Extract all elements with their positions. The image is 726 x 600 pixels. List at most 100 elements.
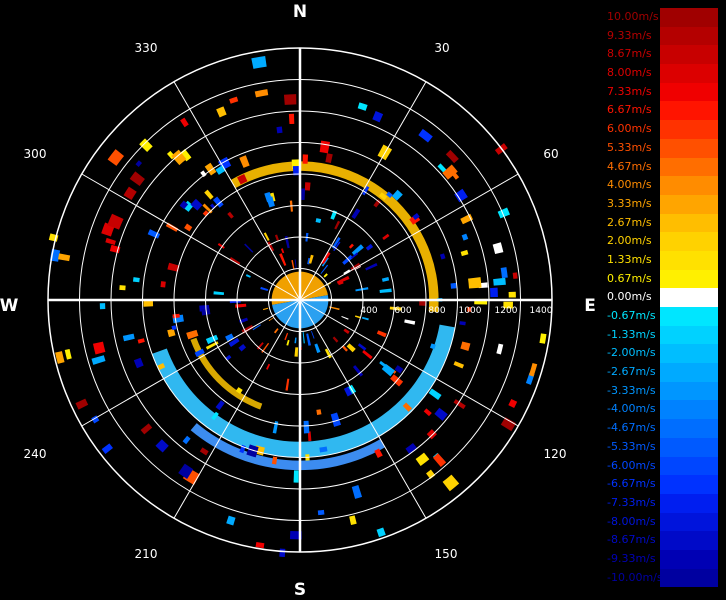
range-label-1400: 1400	[530, 306, 553, 316]
range-gate-return	[284, 332, 289, 341]
range-gate-return	[226, 515, 236, 526]
azimuth-spoke	[173, 81, 301, 301]
range-gate-return	[357, 343, 367, 351]
legend-label: 10.00m/s	[607, 10, 659, 23]
legend-swatch	[660, 45, 718, 65]
legend-label: 2.67m/s	[607, 215, 652, 229]
range-gate-return	[260, 286, 269, 292]
range-gate-return	[135, 160, 143, 167]
azimuth-label-150: 150	[435, 547, 458, 561]
azimuth-label-330: 330	[135, 41, 158, 55]
range-gate-return	[229, 96, 239, 104]
range-gate-return	[306, 333, 312, 346]
range-gate-return	[428, 388, 442, 400]
range-gate-return	[450, 282, 457, 289]
range-gate-return	[418, 128, 433, 143]
legend-swatch	[660, 176, 718, 195]
legend-swatch	[660, 475, 718, 494]
yellow-ring-echo	[190, 337, 263, 410]
legend-label: -8.67m/s	[607, 533, 656, 547]
legend-row: -1.33m/s	[604, 325, 718, 345]
legend-swatch	[660, 400, 718, 420]
range-gate-return	[459, 321, 466, 326]
legend-label: 4.00m/s	[607, 178, 652, 192]
legend-swatch	[660, 549, 718, 569]
range-gate-return	[349, 515, 357, 525]
range-label-1200: 1200	[495, 306, 518, 316]
legend-swatch	[660, 26, 718, 46]
legend-swatch	[660, 363, 718, 382]
legend-row: 5.33m/s	[604, 138, 718, 158]
legend-label: 0.00m/s	[607, 290, 652, 304]
legend-swatch	[660, 82, 718, 102]
legend-swatch	[660, 344, 718, 364]
range-gate-return	[155, 439, 169, 453]
legend-swatch	[660, 8, 718, 27]
range-gate-return	[372, 110, 384, 123]
range-gate-return	[140, 423, 153, 435]
legend-row: -10.00m/s	[604, 568, 718, 588]
range-gate-return	[341, 315, 349, 320]
range-gate-return	[303, 420, 310, 434]
cardinal-s: S	[294, 580, 306, 600]
legend-swatch	[660, 101, 718, 121]
legend-label: -3.33m/s	[607, 383, 656, 397]
range-gate-return	[294, 337, 297, 344]
legend-label: 8.00m/s	[607, 66, 652, 80]
range-gate-return	[199, 447, 209, 456]
azimuth-spoke	[299, 81, 427, 301]
range-gate-return	[343, 328, 350, 334]
legend-row: 7.33m/s	[604, 82, 718, 102]
legend-label: -7.33m/s	[607, 495, 656, 509]
legend-label: 2.00m/s	[607, 234, 652, 248]
range-gate-return	[460, 249, 469, 257]
range-gate-return	[288, 113, 295, 125]
range-gate-return	[315, 218, 322, 224]
legend-label: 6.67m/s	[607, 103, 652, 117]
legend-swatch	[660, 138, 718, 158]
range-gate-return	[280, 248, 285, 254]
range-gate-return	[293, 470, 299, 483]
azimuth-label-60: 60	[543, 147, 558, 161]
range-gate-return	[453, 361, 465, 369]
range-gate-return	[311, 330, 315, 339]
range-gate-return	[419, 300, 427, 306]
range-gate-return	[320, 264, 329, 275]
legend-label: -2.67m/s	[607, 365, 656, 379]
legend-swatch	[660, 419, 718, 438]
range-gate-return	[332, 336, 339, 343]
legend-label: -9.33m/s	[607, 551, 656, 565]
legend-swatch	[660, 288, 718, 307]
range-gate-return	[493, 277, 506, 286]
range-gate-return	[273, 328, 279, 334]
range-gate-return	[274, 234, 280, 241]
legend-label: -4.67m/s	[607, 421, 656, 435]
range-gate-return	[255, 541, 265, 549]
range-gate-return	[426, 429, 437, 440]
range-gate-return	[180, 117, 189, 128]
range-gate-return	[132, 277, 140, 283]
legend-row: 0.67m/s	[604, 269, 718, 289]
range-gate-return	[445, 149, 459, 164]
range-gate-return	[461, 233, 469, 241]
range-gate-return	[302, 331, 305, 344]
legend-row: -8.67m/s	[604, 531, 718, 550]
range-gate-return	[376, 527, 386, 538]
legend-row: 2.67m/s	[604, 213, 718, 233]
legend-row: 9.33m/s	[604, 26, 718, 46]
range-gate-return	[186, 329, 199, 340]
range-gate-return	[528, 362, 538, 377]
range-gate-return	[361, 316, 369, 321]
legend-label: -6.00m/s	[607, 458, 656, 472]
legend-label: -4.00m/s	[607, 402, 656, 416]
legend-row: 4.00m/s	[604, 176, 718, 195]
legend-row: -3.33m/s	[604, 381, 718, 401]
range-gate-return	[225, 333, 234, 342]
legend-swatch	[660, 512, 718, 532]
legend-row: -7.33m/s	[604, 493, 718, 513]
range-gate-return	[92, 341, 106, 355]
range-gate-return	[442, 474, 460, 492]
range-gate-return	[490, 287, 498, 298]
azimuth-label-120: 120	[544, 447, 567, 461]
legend-row: -2.67m/s	[604, 363, 718, 382]
